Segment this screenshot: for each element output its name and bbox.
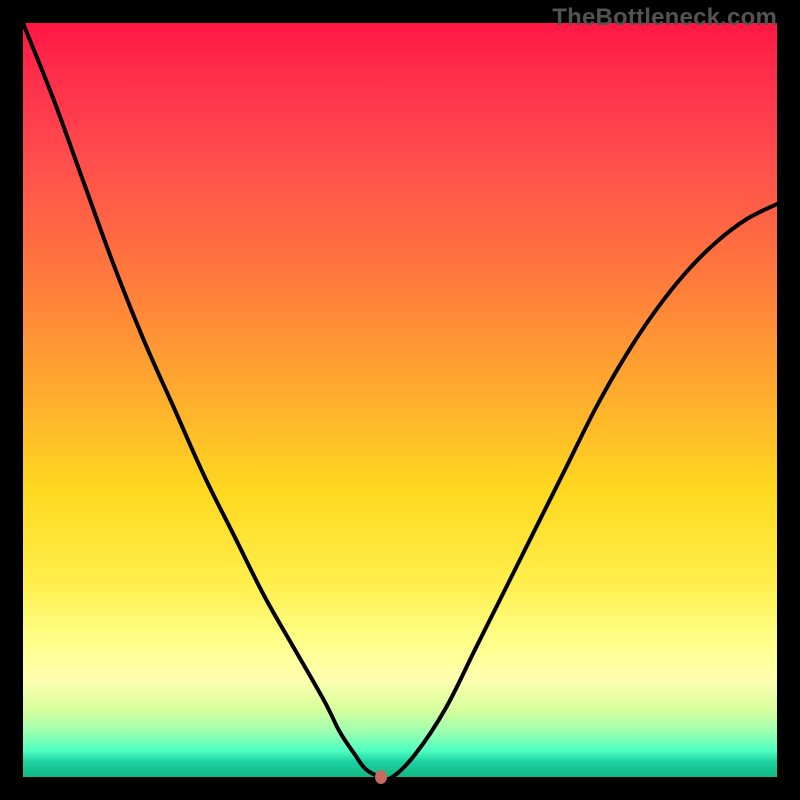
minimum-marker — [375, 770, 387, 784]
watermark-text: TheBottleneck.com — [552, 4, 777, 32]
plot-area — [23, 23, 777, 777]
bottleneck-curve — [23, 23, 777, 777]
chart-frame: TheBottleneck.com — [0, 0, 800, 800]
